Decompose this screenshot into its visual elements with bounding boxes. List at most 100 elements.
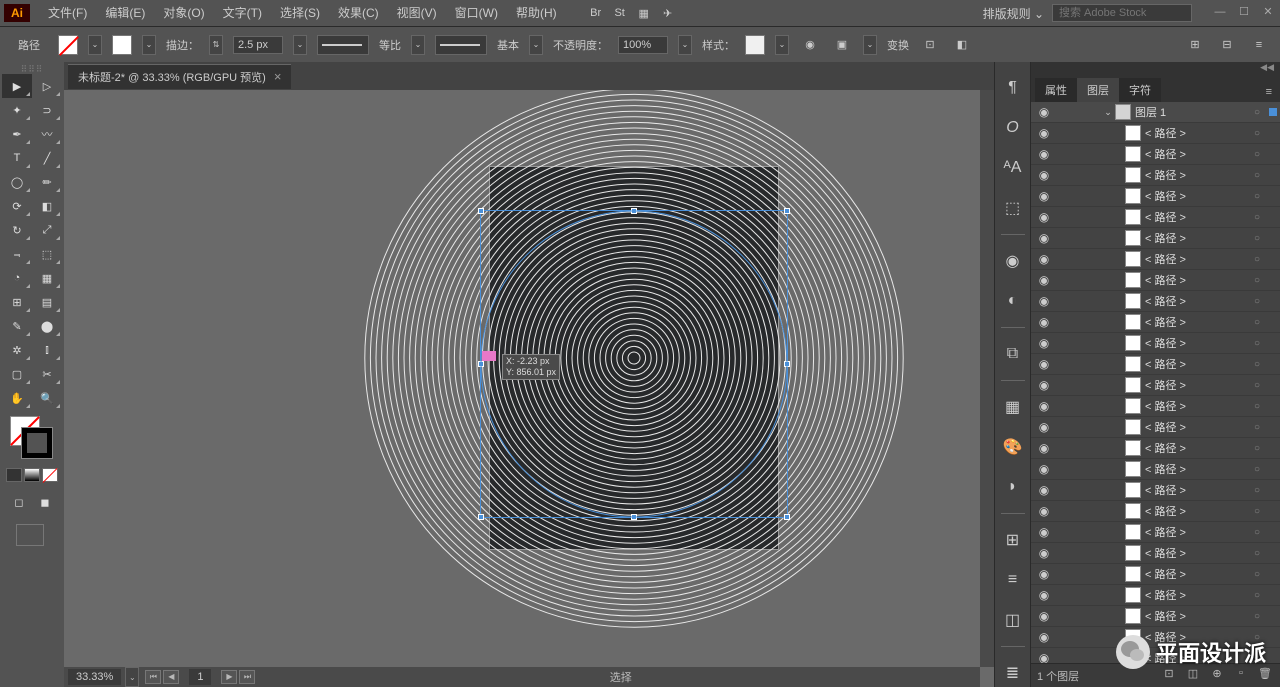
- layer-name[interactable]: < 路径 >: [1145, 629, 1248, 645]
- layer-row-path[interactable]: ◉ < 路径 > ○: [1031, 228, 1280, 249]
- prev-artboard[interactable]: ◀: [163, 670, 179, 684]
- last-artboard[interactable]: ⏭: [239, 670, 255, 684]
- menu-object[interactable]: 对象(O): [155, 0, 212, 26]
- layer-name[interactable]: < 路径 >: [1145, 293, 1248, 309]
- layer-name[interactable]: < 路径 >: [1145, 230, 1248, 246]
- first-artboard[interactable]: ⏮: [145, 670, 161, 684]
- type-tool[interactable]: T: [2, 146, 32, 170]
- graphic-styles-icon[interactable]: ◐: [999, 287, 1027, 315]
- target-icon[interactable]: ○: [1248, 443, 1266, 454]
- free-transform-tool[interactable]: ⬚: [32, 242, 62, 266]
- gradient-mode[interactable]: [24, 468, 40, 482]
- perspective-tool[interactable]: ▦: [32, 266, 62, 290]
- close-button[interactable]: ✕: [1260, 5, 1276, 21]
- target-icon[interactable]: ○: [1248, 401, 1266, 412]
- eraser-tool[interactable]: ◧: [32, 194, 62, 218]
- zoom-dropdown[interactable]: ⌄: [125, 667, 139, 687]
- visibility-toggle[interactable]: ◉: [1031, 126, 1057, 140]
- stroke-width-dropdown[interactable]: ⌄: [293, 35, 307, 55]
- layer-row-path[interactable]: ◉ < 路径 > ○: [1031, 354, 1280, 375]
- curvature-tool[interactable]: 〰: [32, 122, 62, 146]
- visibility-toggle[interactable]: ◉: [1031, 378, 1057, 392]
- menu-window[interactable]: 窗口(W): [447, 0, 506, 26]
- color-mode[interactable]: [6, 468, 22, 482]
- next-artboard[interactable]: ▶: [221, 670, 237, 684]
- layer-name[interactable]: < 路径 >: [1145, 377, 1248, 393]
- maximize-button[interactable]: ☐: [1236, 5, 1252, 21]
- fill-swatch[interactable]: [58, 35, 78, 55]
- stroke-updown[interactable]: ⇅: [209, 35, 223, 55]
- paragraph-icon[interactable]: ¶: [999, 74, 1027, 102]
- color-icon[interactable]: 🎨: [999, 433, 1027, 461]
- disclosure-toggle[interactable]: ⌄: [1101, 107, 1115, 118]
- target-icon[interactable]: ○: [1248, 275, 1266, 286]
- visibility-toggle[interactable]: ◉: [1031, 252, 1057, 266]
- fill-dropdown[interactable]: ⌄: [88, 35, 102, 55]
- stroke-swatch[interactable]: [112, 35, 132, 55]
- panel-menu-icon[interactable]: ≡: [1248, 34, 1270, 56]
- tab-character[interactable]: 字符: [1119, 78, 1161, 102]
- mesh-tool[interactable]: ⊞: [2, 290, 32, 314]
- visibility-toggle[interactable]: ◉: [1031, 567, 1057, 581]
- layer-row-path[interactable]: ◉ < 路径 > ○: [1031, 522, 1280, 543]
- stroke-width-input[interactable]: [233, 36, 283, 54]
- layer-name[interactable]: < 路径 >: [1145, 524, 1248, 540]
- align-panel-icon[interactable]: ≡: [999, 566, 1027, 594]
- delete-layer-icon[interactable]: 🗑: [1256, 667, 1274, 685]
- layer-row-path[interactable]: ◉ < 路径 > ○: [1031, 543, 1280, 564]
- layer-row-path[interactable]: ◉ < 路径 > ○: [1031, 249, 1280, 270]
- layer-row-path[interactable]: ◉ < 路径 > ○: [1031, 207, 1280, 228]
- selection-indicator[interactable]: [1269, 108, 1277, 116]
- layer-name[interactable]: < 路径 >: [1145, 356, 1248, 372]
- target-icon[interactable]: ○: [1248, 611, 1266, 622]
- target-icon[interactable]: ○: [1248, 191, 1266, 202]
- workspace-switcher[interactable]: 排版规则 ⌄: [983, 5, 1044, 22]
- layer-row-path[interactable]: ◉ < 路径 > ○: [1031, 648, 1280, 663]
- target-icon[interactable]: ○: [1248, 380, 1266, 391]
- new-layer-icon[interactable]: ▫: [1232, 667, 1250, 685]
- selection-tool[interactable]: ▶: [2, 74, 32, 98]
- scale-tool[interactable]: ⤢: [32, 218, 62, 242]
- menu-view[interactable]: 视图(V): [389, 0, 445, 26]
- libraries-icon[interactable]: ⧉: [999, 340, 1027, 368]
- visibility-toggle[interactable]: ◉: [1031, 441, 1057, 455]
- panel-menu-button[interactable]: ≡: [1258, 82, 1280, 102]
- graph-tool[interactable]: ⫾: [32, 338, 62, 362]
- layer-row-path[interactable]: ◉ < 路径 > ○: [1031, 417, 1280, 438]
- visibility-toggle[interactable]: ◉: [1031, 483, 1057, 497]
- rotate-tool[interactable]: ↻: [2, 218, 32, 242]
- layer-name[interactable]: < 路径 >: [1145, 545, 1248, 561]
- target-icon[interactable]: ○: [1248, 149, 1266, 160]
- tab-properties[interactable]: 属性: [1035, 78, 1077, 102]
- canvas[interactable]: X: -2.23 px Y: 856.01 px 33.33% ⌄ ⏮ ◀ 1 …: [64, 90, 994, 687]
- layer-name[interactable]: < 路径 >: [1145, 272, 1248, 288]
- opentype-icon[interactable]: O: [999, 114, 1027, 142]
- visibility-toggle[interactable]: ◉: [1031, 315, 1057, 329]
- layer-row-path[interactable]: ◉ < 路径 > ○: [1031, 606, 1280, 627]
- visibility-toggle[interactable]: ◉: [1031, 525, 1057, 539]
- width-profile[interactable]: [317, 35, 369, 55]
- hand-tool[interactable]: ✋: [2, 386, 32, 410]
- layer-name[interactable]: < 路径 >: [1145, 587, 1248, 603]
- layer-name[interactable]: < 路径 >: [1145, 650, 1248, 663]
- stock-icon[interactable]: St: [609, 2, 631, 24]
- layer-row-path[interactable]: ◉ < 路径 > ○: [1031, 270, 1280, 291]
- new-sublayer-icon[interactable]: ⊕: [1208, 667, 1226, 685]
- tab-layers[interactable]: 图层: [1077, 78, 1119, 102]
- visibility-toggle[interactable]: ◉: [1031, 420, 1057, 434]
- brush-dropdown[interactable]: ⌄: [529, 35, 543, 55]
- layer-row-path[interactable]: ◉ < 路径 > ○: [1031, 186, 1280, 207]
- eyedropper-tool[interactable]: ✎: [2, 314, 32, 338]
- char-styles-icon[interactable]: ⬚: [999, 194, 1027, 222]
- make-clipping-icon[interactable]: ◫: [1184, 667, 1202, 685]
- layer-row-path[interactable]: ◉ < 路径 > ○: [1031, 123, 1280, 144]
- visibility-toggle[interactable]: ◉: [1031, 294, 1057, 308]
- swatches-icon[interactable]: ▦: [999, 393, 1027, 421]
- stroke-color[interactable]: [22, 428, 52, 458]
- visibility-toggle[interactable]: ◉: [1031, 357, 1057, 371]
- slice-tool[interactable]: ✂: [32, 362, 62, 386]
- lasso-tool[interactable]: ⊃: [32, 98, 62, 122]
- tab-close-button[interactable]: ×: [274, 69, 282, 84]
- target-icon[interactable]: ○: [1248, 653, 1266, 664]
- visibility-toggle[interactable]: ◉: [1031, 504, 1057, 518]
